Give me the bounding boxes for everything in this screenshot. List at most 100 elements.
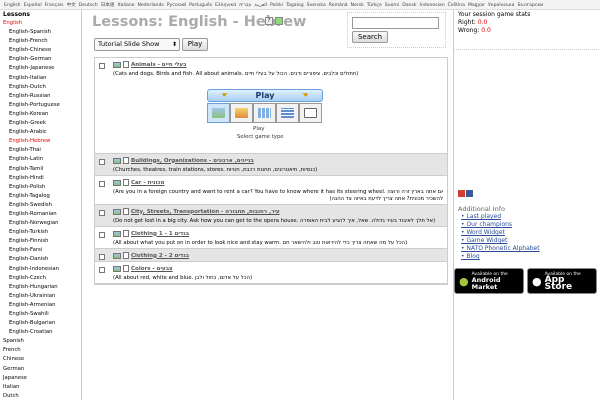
language-link[interactable]: Polski (270, 3, 283, 8)
sidebar-item[interactable]: English-Armenian (3, 301, 81, 310)
language-link[interactable]: Türkçe (367, 3, 382, 8)
app-store-badge[interactable]: ● Available on the App Store (527, 268, 597, 294)
document-icon[interactable] (123, 61, 129, 68)
sidebar-item[interactable]: English-Korean (3, 110, 81, 119)
sidebar-item[interactable]: English-Turkish (3, 228, 81, 237)
sidebar-item[interactable]: English-Swedish (3, 201, 81, 210)
picture-icon[interactable] (113, 157, 121, 164)
sidebar-item[interactable]: English-Thai (3, 146, 81, 155)
language-link[interactable]: Indonesian (420, 3, 445, 8)
document-icon[interactable] (123, 179, 129, 186)
sidebar-item[interactable]: Dutch (3, 392, 81, 400)
language-link[interactable]: Suomi (385, 3, 399, 8)
mode-select[interactable]: Tutorial Slide Show ⬍ (94, 38, 180, 51)
language-link[interactable]: 日本語 (101, 3, 115, 8)
picture-icon[interactable] (113, 230, 121, 237)
sidebar-item[interactable]: English-Latin (3, 155, 81, 164)
language-link[interactable]: Nederlands (138, 3, 164, 8)
sidebar-item[interactable]: Spanish (3, 337, 81, 346)
info-link[interactable]: Blog (461, 253, 598, 261)
language-link[interactable]: Русский (167, 3, 186, 8)
sidebar-item[interactable]: English-Hindi (3, 174, 81, 183)
lesson-title[interactable]: Clothing 2 - בגדים 2 (131, 253, 189, 259)
play-button[interactable]: Play (182, 38, 208, 51)
sidebar-item[interactable]: English-Swahili (3, 310, 81, 319)
info-link[interactable]: Our champions (461, 221, 598, 229)
picture-icon[interactable] (113, 179, 121, 186)
game-type-memory[interactable] (253, 103, 276, 123)
sidebar-item[interactable]: English-Norwegian (3, 219, 81, 228)
help-icon[interactable]: ? (265, 17, 273, 25)
facebook-icon[interactable] (466, 190, 473, 197)
lesson-title[interactable]: Car - מכונית (131, 180, 164, 186)
game-type-list[interactable] (276, 103, 299, 123)
lesson-title[interactable]: Buildings, Organizations - בניינים, ארגו… (131, 158, 254, 164)
sidebar-item[interactable]: English-Chinese (3, 46, 81, 55)
lesson-title[interactable]: City, Streets, Transportation - עיר, רחו… (131, 209, 280, 215)
language-link[interactable]: Magyar (468, 3, 485, 8)
sidebar-item[interactable]: English-Finnish (3, 237, 81, 246)
language-link[interactable]: Svenska (307, 3, 326, 8)
sidebar-item[interactable]: English-Farsi (3, 246, 81, 255)
sidebar-item[interactable]: French (3, 346, 81, 355)
language-link[interactable]: English (4, 3, 21, 8)
document-icon[interactable] (123, 157, 129, 164)
lesson-checkbox[interactable] (99, 267, 105, 273)
language-link[interactable]: Українська (488, 3, 514, 8)
sidebar-item[interactable]: English-Croatian (3, 328, 81, 337)
lesson-checkbox[interactable] (99, 210, 105, 216)
sidebar-item[interactable]: English-Arabic (3, 128, 81, 137)
sidebar-item[interactable]: English-French (3, 37, 81, 46)
info-link[interactable]: Game Widget (461, 237, 598, 245)
lesson-title[interactable]: Animals - בעלי חיים (131, 62, 187, 68)
sidebar-item[interactable]: Japanese (3, 374, 81, 383)
sidebar-item[interactable]: English-Tamil (3, 165, 81, 174)
language-link[interactable]: Dansk (402, 3, 416, 8)
sidebar-item[interactable]: English-Greek (3, 119, 81, 128)
sidebar-item[interactable]: English-Hungarian (3, 283, 81, 292)
info-link[interactable]: Word Widget (461, 229, 598, 237)
sidebar-item[interactable]: Chinese (3, 355, 81, 364)
language-link[interactable]: Ελληνικά (215, 3, 236, 8)
sidebar-item[interactable]: English-Italian (3, 74, 81, 83)
language-link[interactable]: עברית (239, 3, 251, 8)
document-icon[interactable] (123, 230, 129, 237)
sidebar-item[interactable]: English-Polish (3, 183, 81, 192)
lesson-checkbox[interactable] (99, 181, 105, 187)
picture-icon[interactable] (113, 208, 121, 215)
picture-icon[interactable] (113, 252, 121, 259)
sidebar-item[interactable]: English-Tagalog (3, 192, 81, 201)
language-link[interactable]: Italiano (117, 3, 134, 8)
language-link[interactable]: Tagalog (286, 3, 304, 8)
language-link[interactable]: Български (517, 3, 543, 8)
info-link[interactable]: Last played (461, 213, 598, 221)
sidebar-item[interactable]: English-Danish (3, 255, 81, 264)
sidebar-item[interactable]: English-Portuguese (3, 101, 81, 110)
lesson-title[interactable]: Clothing 1 - בגדים 1 (131, 231, 189, 237)
search-input[interactable] (352, 17, 439, 29)
language-link[interactable]: Deutsch (79, 3, 98, 8)
sidebar-item[interactable]: Italian (3, 383, 81, 392)
search-button[interactable]: Search (352, 31, 388, 43)
language-link[interactable]: Español (24, 3, 42, 8)
sidebar-item[interactable]: English (3, 19, 81, 28)
lesson-checkbox[interactable] (99, 159, 105, 165)
sidebar-item[interactable]: English-Ukrainian (3, 292, 81, 301)
language-link[interactable]: العربية (254, 3, 267, 8)
download-icon[interactable] (275, 17, 283, 25)
sidebar-item[interactable]: English-Dutch (3, 83, 81, 92)
document-icon[interactable] (123, 208, 129, 215)
language-link[interactable]: Português (189, 3, 212, 8)
sidebar-item[interactable]: German (3, 365, 81, 374)
language-link[interactable]: Français (45, 3, 64, 8)
sidebar-item[interactable]: English-Spanish (3, 28, 81, 37)
language-link[interactable]: Čeština (448, 3, 465, 8)
lesson-checkbox[interactable] (99, 232, 105, 238)
info-link[interactable]: NATO Phonetic Alphabet (461, 245, 598, 253)
game-type-match[interactable] (230, 103, 253, 123)
sidebar-item[interactable]: English-Hebrew (3, 137, 81, 146)
android-market-badge[interactable]: ● Available on the Android Market (454, 268, 524, 294)
lesson-title[interactable]: Colors - צבעים (131, 266, 173, 272)
game-type-flashcards[interactable] (207, 103, 230, 123)
sidebar-item[interactable]: English-Japanese (3, 64, 81, 73)
